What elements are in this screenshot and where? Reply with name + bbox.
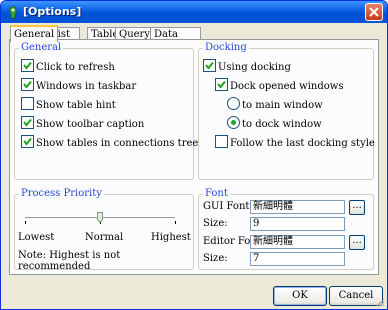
checkmark-icon [23,80,32,89]
process-priority-group: Process Priority Lowest Normal Highest N… [14,188,194,272]
tab-general[interactable]: General [10,25,59,42]
using-docking-checkbox[interactable] [203,59,216,72]
font-group-title: Font [203,188,230,199]
to-main-window-radio[interactable] [227,97,240,110]
priority-slider[interactable] [15,195,193,229]
click-to-refresh-checkbox[interactable] [21,59,34,72]
general-group-title: General [19,42,64,53]
checkmark-icon [23,118,32,127]
to-main-window-option[interactable]: to main window [227,97,323,111]
to-dock-window-radio[interactable] [227,116,240,129]
docking-group-title: Docking [203,42,249,53]
follow-last-docking-label: Follow the last docking style [230,138,375,149]
general-tab-panel: General Click to refresh Windows in task… [9,39,379,275]
app-icon [9,5,17,19]
windows-in-taskbar-option[interactable]: Windows in taskbar [21,78,136,92]
checkmark-icon [205,61,214,70]
priority-slider-thumb[interactable] [97,212,103,223]
show-tables-in-tree-checkbox[interactable] [21,135,34,148]
priority-note: Note: Highest is not recommended [18,250,121,272]
show-table-hint-checkbox[interactable] [21,97,34,110]
options-dialog: [Options] General List View Table Query … [0,0,388,310]
close-icon [369,7,379,17]
gui-font-field[interactable]: 新細明體 [250,200,345,214]
priority-normal-label: Normal [85,232,124,243]
editor-font-browse-button[interactable]: ... [349,235,365,250]
follow-last-docking-option[interactable]: Follow the last docking style [215,135,375,149]
show-tables-in-tree-option[interactable]: Show tables in connections tree [21,135,198,149]
gui-size-field[interactable]: 9 [250,217,345,231]
to-dock-window-option[interactable]: to dock window [227,116,322,130]
priority-highest-label: Highest [151,232,191,243]
title-bar[interactable]: [Options] [1,1,387,23]
click-to-refresh-label: Click to refresh [36,62,115,73]
checkmark-icon [217,80,226,89]
checkmark-icon [23,61,32,70]
gui-font-browse-button[interactable]: ... [349,200,365,215]
windows-in-taskbar-label: Windows in taskbar [36,81,137,92]
show-tables-in-tree-label: Show tables in connections tree [36,138,199,149]
radio-selected-dot [231,120,236,125]
editor-size-field[interactable]: 7 [250,252,345,266]
show-table-hint-option[interactable]: Show table hint [21,97,116,111]
show-toolbar-caption-checkbox[interactable] [21,116,34,129]
dock-opened-windows-option[interactable]: Dock opened windows [215,78,343,92]
using-docking-label: Using docking [218,62,291,73]
show-toolbar-caption-option[interactable]: Show toolbar caption [21,116,144,130]
docking-group: Docking Using docking Dock opened window… [198,42,375,180]
to-dock-window-label: to dock window [242,119,322,130]
font-group: Font GUI Font: 新細明體 ... Size: 9 Editor F… [198,188,374,270]
editor-size-label: Size: [203,253,228,264]
general-group: General Click to refresh Windows in task… [14,42,198,180]
gui-font-label: GUI Font: [203,201,253,212]
dock-opened-windows-checkbox[interactable] [215,78,228,91]
priority-lowest-label: Lowest [18,232,55,243]
show-toolbar-caption-label: Show toolbar caption [36,119,145,130]
dock-opened-windows-label: Dock opened windows [230,81,344,92]
slider-tick [175,221,176,224]
click-to-refresh-option[interactable]: Click to refresh [21,59,115,73]
follow-last-docking-checkbox[interactable] [215,135,228,148]
checkmark-icon [23,137,32,146]
ok-button[interactable]: OK [273,286,327,306]
using-docking-option[interactable]: Using docking [203,59,291,73]
resize-grip-icon[interactable] [375,297,385,307]
to-main-window-label: to main window [242,100,323,111]
gui-size-label: Size: [203,218,228,229]
close-button[interactable] [365,3,383,21]
slider-tick [25,221,26,224]
show-table-hint-label: Show table hint [36,100,116,111]
windows-in-taskbar-checkbox[interactable] [21,78,34,91]
window-title: [Options] [23,5,82,18]
editor-font-field[interactable]: 新細明體 [250,235,345,249]
